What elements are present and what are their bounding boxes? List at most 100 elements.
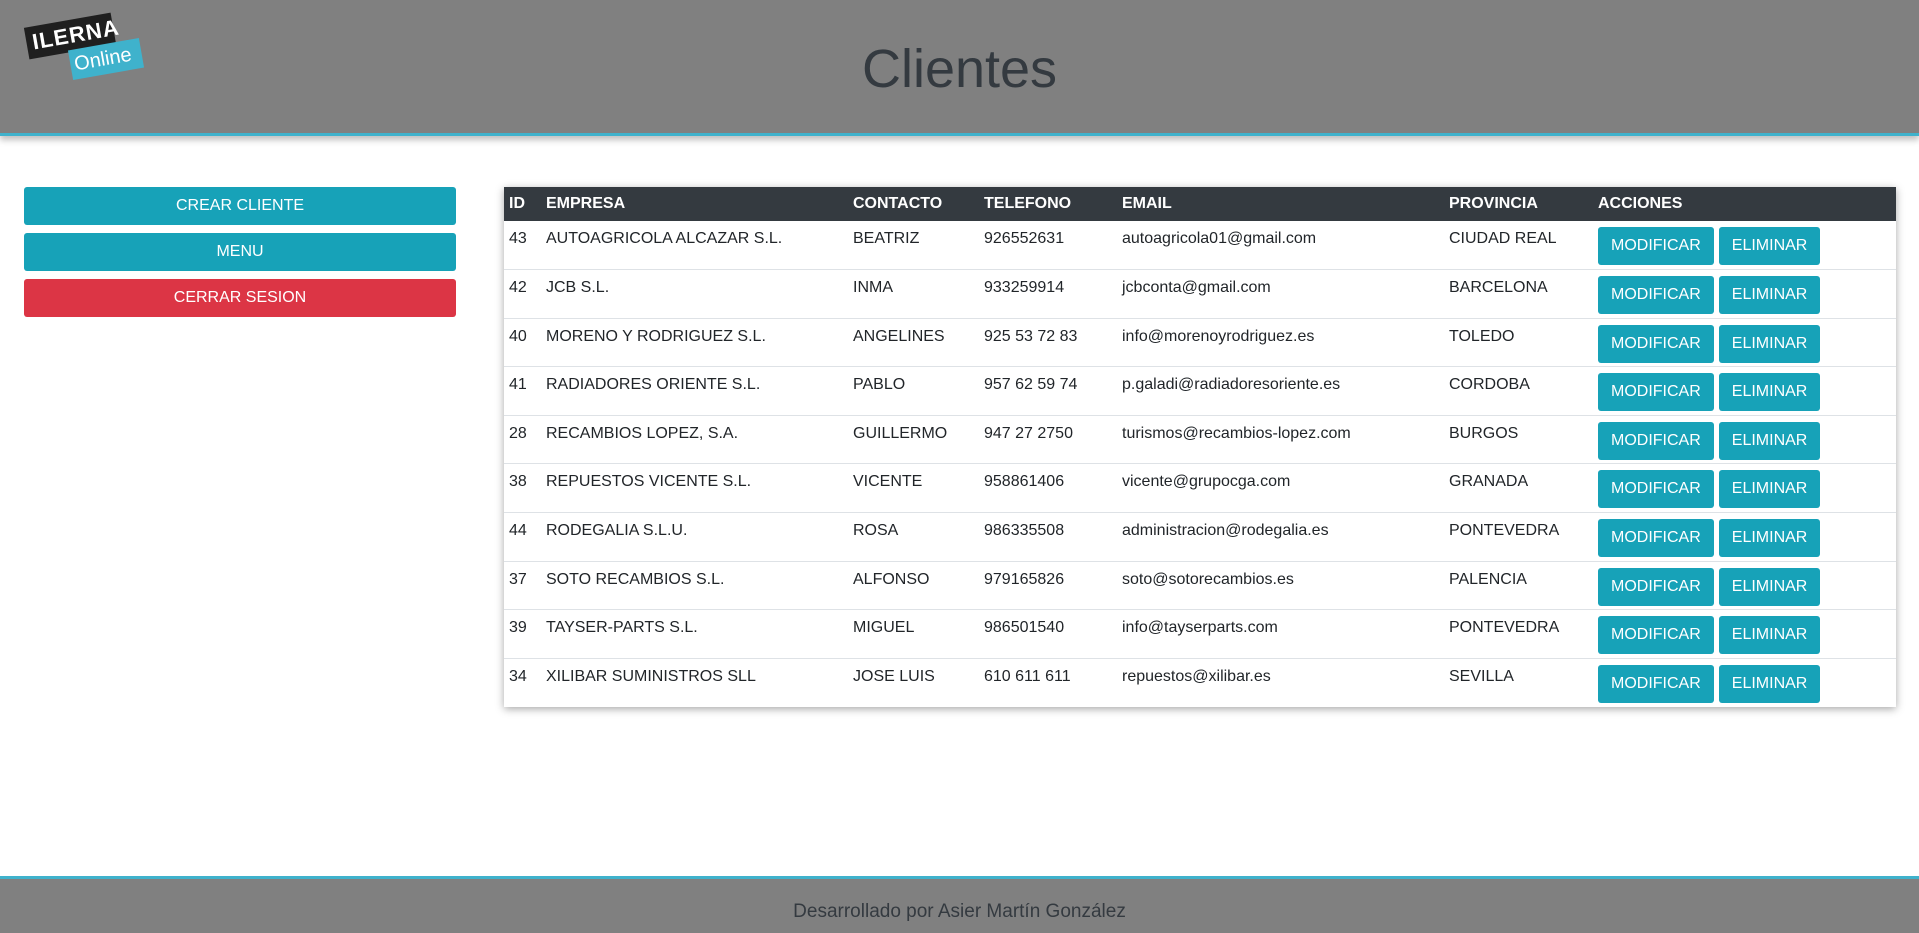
cell-provincia: PONTEVEDRA	[1449, 619, 1560, 637]
cell-provincia: TOLEDO	[1449, 327, 1515, 345]
delete-button[interactable]: ELIMINAR	[1718, 616, 1821, 655]
cell-contacto: PABLO	[853, 376, 906, 394]
table-row: 43 AUTOAGRICOLA ALCAZAR S.L. BEATRIZ 926552…	[504, 221, 1896, 270]
cell-email: info@morenoyrodriguez.es	[1122, 327, 1315, 345]
page-header: ILERNA Online Clientes	[0, 0, 1919, 136]
column-header-acciones: ACCIONES	[1598, 195, 1683, 212]
column-header-telefono[interactable]: TELEFONO	[979, 187, 1117, 221]
cell-provincia: GRANADA	[1449, 473, 1529, 491]
modify-button[interactable]: MODIFICAR	[1598, 227, 1714, 265]
cell-actions: MODIFICAR ELIMINAR	[1593, 561, 1896, 610]
cell-empresa: SOTO RECAMBIOS S.L.	[546, 570, 725, 588]
cell-provincia: SEVILLA	[1449, 667, 1514, 685]
table-row: 34 XILIBAR SUMINISTROS SLL JOSE LUIS 610 61…	[504, 658, 1896, 707]
cell-provincia: BARCELONA	[1449, 279, 1548, 297]
table-row: 39 TAYSER-PARTS S.L. MIGUEL 986501540 info@t…	[504, 609, 1896, 659]
cell-contacto: ROSA	[853, 522, 899, 540]
column-header-empresa[interactable]: EMPRESA	[541, 187, 848, 221]
cell-email: repuestos@xilibar.es	[1122, 667, 1271, 685]
delete-button[interactable]: ELIMINAR	[1718, 567, 1821, 606]
cell-contacto: ANGELINES	[853, 327, 945, 345]
logout-button[interactable]: CERRAR SESION	[24, 279, 456, 317]
table-row: 38 REPUESTOS VICENTE S.L. VICENTE 958861406…	[504, 463, 1896, 513]
delete-button[interactable]: ELIMINAR	[1718, 519, 1821, 558]
modify-button[interactable]: MODIFICAR	[1598, 664, 1714, 703]
modify-button[interactable]: MODIFICAR	[1598, 470, 1714, 509]
cell-email: info@tayserparts.com	[1122, 619, 1278, 637]
table-body: 43 AUTOAGRICOLA ALCAZAR S.L. BEATRIZ 926552…	[504, 221, 1896, 707]
cell-telefono: 926552631	[984, 230, 1065, 247]
cell-provincia: CORDOBA	[1449, 376, 1530, 394]
cell-contacto: VICENTE	[853, 473, 923, 491]
delete-button[interactable]: ELIMINAR	[1718, 373, 1821, 412]
delete-button[interactable]: ELIMINAR	[1718, 324, 1821, 363]
clients-table-container: ID EMPRESA CONTACTO TELEFONO EMAIL PROVI…	[504, 187, 1896, 707]
cell-provincia: CIUDAD REAL	[1449, 230, 1557, 247]
cell-actions: MODIFICAR ELIMINAR	[1593, 513, 1896, 562]
modify-button[interactable]: MODIFICAR	[1598, 519, 1714, 558]
column-header-id[interactable]: ID	[504, 187, 541, 221]
cell-email: turismos@recambios-lopez.com	[1122, 424, 1351, 442]
cell-contacto: INMA	[853, 279, 893, 297]
cell-telefono: 986501540	[984, 619, 1065, 637]
cell-telefono: 986335508	[984, 522, 1065, 540]
cell-empresa: AUTOAGRICOLA ALCAZAR S.L.	[546, 230, 783, 247]
page-footer: Desarrollado por Asier Martín González	[0, 876, 1919, 933]
cell-id: 39	[509, 619, 527, 637]
table-header-row: ID EMPRESA CONTACTO TELEFONO EMAIL PROVI…	[504, 187, 1896, 221]
cell-actions: MODIFICAR ELIMINAR	[1593, 658, 1896, 707]
cell-empresa: TAYSER-PARTS S.L.	[546, 619, 698, 637]
cell-empresa: MORENO Y RODRIGUEZ S.L.	[546, 327, 766, 345]
cell-id: 34	[509, 667, 527, 685]
cell-contacto: BEATRIZ	[853, 230, 920, 247]
delete-button[interactable]: ELIMINAR	[1718, 276, 1821, 315]
create-client-button[interactable]: CREAR CLIENTE	[24, 187, 456, 225]
table-row: 40 MORENO Y RODRIGUEZ S.L. ANGELINES 925 53…	[504, 318, 1896, 367]
cell-email: p.galadi@radiadoresoriente.es	[1122, 376, 1341, 394]
cell-empresa: RODEGALIA S.L.U.	[546, 522, 688, 540]
cell-email: jcbconta@gmail.com	[1122, 279, 1271, 297]
delete-button[interactable]: ELIMINAR	[1718, 470, 1821, 509]
cell-actions: MODIFICAR ELIMINAR	[1593, 367, 1896, 416]
column-header-provincia[interactable]: PROVINCIA	[1444, 187, 1593, 221]
cell-telefono: 958861406	[984, 473, 1065, 491]
cell-contacto: MIGUEL	[853, 619, 915, 637]
cell-id: 40	[509, 327, 527, 345]
menu-button[interactable]: MENU	[24, 233, 456, 271]
cell-actions: MODIFICAR ELIMINAR	[1593, 464, 1896, 513]
cell-email: vicente@grupocga.com	[1122, 473, 1291, 491]
cell-telefono: 933259914	[984, 279, 1065, 297]
cell-empresa: JCB S.L.	[546, 279, 610, 297]
table-row: 41 RADIADORES ORIENTE S.L. PABLO 957 62 59 …	[504, 366, 1896, 416]
delete-button[interactable]: ELIMINAR	[1718, 421, 1821, 460]
delete-button[interactable]: ELIMINAR	[1718, 664, 1821, 703]
cell-telefono: 957 62 59 74	[984, 376, 1078, 394]
delete-button[interactable]: ELIMINAR	[1718, 227, 1821, 265]
cell-id: 44	[509, 522, 527, 540]
table-row: 44 RODEGALIA S.L.U. ROSA 986335508 administr…	[504, 512, 1896, 562]
modify-button[interactable]: MODIFICAR	[1598, 421, 1714, 460]
cell-provincia: PALENCIA	[1449, 570, 1527, 588]
cell-actions: MODIFICAR ELIMINAR	[1593, 221, 1896, 270]
modify-button[interactable]: MODIFICAR	[1598, 616, 1714, 655]
cell-empresa: XILIBAR SUMINISTROS SLL	[546, 667, 756, 685]
modify-button[interactable]: MODIFICAR	[1598, 276, 1714, 315]
cell-id: 28	[509, 424, 527, 442]
cell-id: 37	[509, 570, 527, 588]
cell-id: 42	[509, 279, 527, 297]
cell-telefono: 610 611 611	[984, 667, 1071, 685]
cell-provincia: PONTEVEDRA	[1449, 522, 1560, 540]
cell-id: 43	[509, 230, 527, 247]
modify-button[interactable]: MODIFICAR	[1598, 324, 1714, 363]
cell-empresa: RADIADORES ORIENTE S.L.	[546, 376, 761, 394]
modify-button[interactable]: MODIFICAR	[1598, 373, 1714, 412]
cell-actions: MODIFICAR ELIMINAR	[1593, 318, 1896, 367]
column-header-contacto[interactable]: CONTACTO	[848, 187, 979, 221]
modify-button[interactable]: MODIFICAR	[1598, 567, 1714, 606]
table-row: 37 SOTO RECAMBIOS S.L. ALFONSO 979165826 sot…	[504, 561, 1896, 610]
cell-contacto: ALFONSO	[853, 570, 930, 588]
cell-actions: MODIFICAR ELIMINAR	[1593, 270, 1896, 319]
column-header-email[interactable]: EMAIL	[1117, 187, 1444, 221]
clients-table: ID EMPRESA CONTACTO TELEFONO EMAIL PROVI…	[504, 187, 1896, 707]
cell-id: 41	[509, 376, 527, 394]
